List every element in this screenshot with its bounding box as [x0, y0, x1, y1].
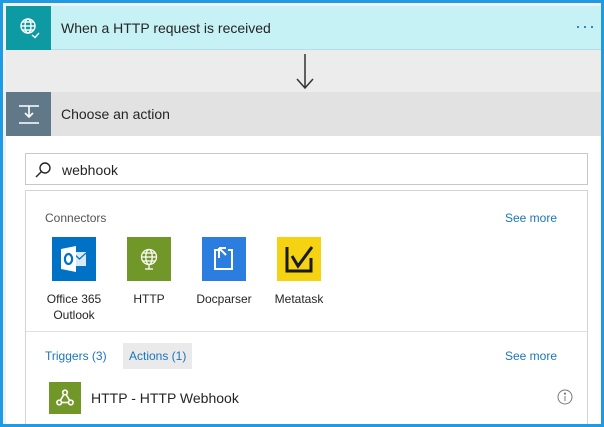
outlook-icon — [52, 237, 96, 281]
more-options-button[interactable]: ··· — [575, 17, 596, 35]
connector-tile-metatask[interactable]: Metatask — [262, 237, 336, 307]
globe-request-icon — [6, 6, 51, 50]
action-step-title: Choose an action — [61, 106, 170, 122]
connector-label: Docparser — [196, 292, 252, 306]
choose-action-header[interactable]: Choose an action — [6, 92, 601, 136]
search-box[interactable] — [25, 153, 588, 185]
webhook-icon — [49, 382, 81, 414]
connectors-heading: Connectors — [45, 211, 107, 225]
list-item[interactable]: HTTP - HTTP Webhook — [26, 379, 587, 415]
connector-tile-docparser[interactable]: Docparser — [187, 237, 261, 307]
connector-tile-office365-outlook[interactable]: Office 365 Outlook — [37, 237, 111, 323]
connector-label: HTTP — [133, 292, 165, 306]
metatask-check-icon — [277, 237, 321, 281]
connector-label: Metatask — [274, 292, 324, 306]
result-label: HTTP - HTTP Webhook — [91, 390, 239, 406]
choose-action-icon — [6, 92, 51, 136]
search-results-panel: Connectors See more Office 365 Outlook H… — [25, 190, 588, 424]
designer-frame: When a HTTP request is received ··· Choo… — [0, 0, 604, 427]
action-picker-body: Connectors See more Office 365 Outlook — [6, 136, 601, 424]
connectors-see-more-link[interactable]: See more — [505, 211, 557, 225]
search-input[interactable] — [62, 159, 562, 181]
tab-triggers[interactable]: Triggers (3) — [45, 349, 107, 363]
info-icon[interactable] — [557, 389, 573, 405]
tab-actions[interactable]: Actions (1) — [123, 343, 193, 369]
connector-tile-http[interactable]: HTTP — [112, 237, 186, 307]
trigger-card[interactable]: When a HTTP request is received ··· — [6, 6, 601, 50]
arrow-down-icon — [296, 54, 314, 90]
results-see-more-link[interactable]: See more — [505, 349, 557, 363]
step-connector — [6, 50, 601, 92]
docparser-icon — [202, 237, 246, 281]
http-globe-icon — [127, 237, 171, 281]
connector-label: Office 365 Outlook — [46, 292, 102, 322]
section-divider — [26, 331, 587, 332]
trigger-title: When a HTTP request is received — [61, 20, 271, 36]
search-icon — [35, 162, 51, 178]
